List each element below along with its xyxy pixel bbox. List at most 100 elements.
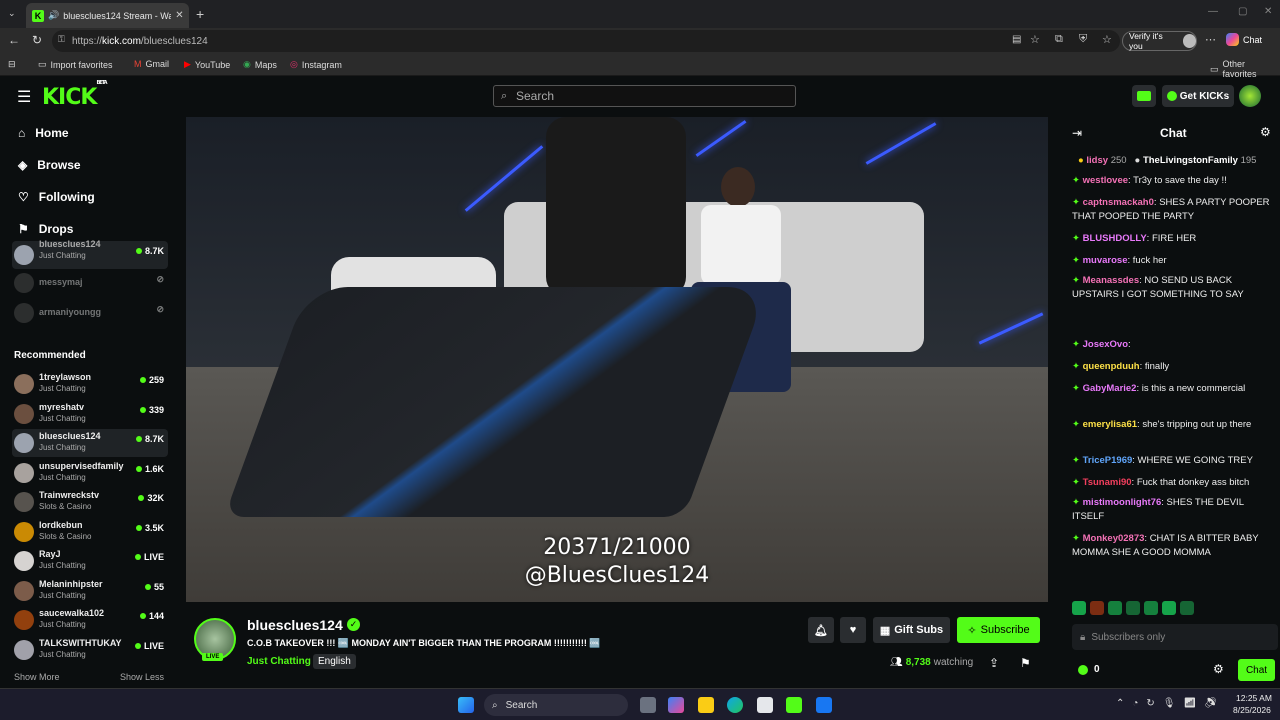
chat-username[interactable]: emerylisa61 (1083, 419, 1137, 430)
minimize-icon[interactable]: — (1208, 6, 1218, 17)
notification-button[interactable]: 🔔︎ (808, 617, 834, 643)
report-icon[interactable]: ⚑ (1020, 656, 1031, 670)
chat-input[interactable]: 🔒︎ Subscribers only (1072, 624, 1278, 650)
nav-drops[interactable]: ⚑ Drops (18, 222, 73, 236)
emote-icon[interactable] (1090, 601, 1104, 615)
chat-options-icon[interactable]: ⚙ (1213, 662, 1224, 676)
emote-icon[interactable] (1144, 601, 1158, 615)
favorite-maps[interactable]: ◉ Maps (243, 59, 277, 70)
chat-username[interactable]: Monkey02873 (1083, 533, 1145, 544)
nav-home[interactable]: ⌂ Home (18, 126, 69, 140)
kick-app-icon[interactable] (786, 697, 802, 713)
favorite-import[interactable]: ▭ Import favorites (38, 59, 113, 70)
tab-actions-icon[interactable]: ⌄ (8, 8, 16, 19)
menu-icon[interactable]: ☰ (17, 87, 31, 107)
facebook-icon[interactable] (816, 697, 832, 713)
show-less-button[interactable]: Show Less (120, 672, 164, 682)
chat-settings-icon[interactable]: ⚙ (1260, 125, 1271, 139)
store-icon[interactable] (757, 697, 773, 713)
kicks-shop-button[interactable] (1132, 85, 1156, 107)
back-icon[interactable]: ← (8, 33, 20, 47)
search-input[interactable]: ⌕ Search (493, 85, 796, 107)
taskbar-search[interactable]: ⌕ Search (484, 694, 628, 716)
close-window-icon[interactable]: ✕ (1264, 6, 1272, 17)
kicks-balance[interactable]: 0 (1078, 664, 1100, 675)
recommended-channel[interactable]: saucewalka102 Just Chatting 144 (12, 606, 168, 634)
chat-username[interactable]: GabyMarie2 (1083, 383, 1137, 394)
kick-logo[interactable]: KICKBETA (42, 80, 108, 110)
new-tab-icon[interactable]: + (196, 6, 204, 22)
favorite-instagram[interactable]: ◎ Instagram (290, 59, 342, 70)
following-channel[interactable]: messymaj ⊘ (12, 269, 168, 297)
verify-button[interactable]: Verify it's you (1122, 31, 1197, 51)
following-channel[interactable]: bluesclues124 Just Chatting 8.7K (12, 239, 168, 269)
video-player[interactable]: 20371/21000 @BluesClues124 (186, 117, 1048, 602)
browser-tab[interactable]: K 🔊 bluesclues124 Stream - Watch ✕ (26, 3, 189, 28)
emote-icon[interactable] (1180, 601, 1194, 615)
collapse-chat-icon[interactable]: ⇥ (1072, 126, 1082, 140)
favorites-icon[interactable]: ☆ (1102, 33, 1112, 46)
chat-username[interactable]: westlovee (1083, 175, 1128, 186)
user-avatar[interactable] (1239, 85, 1261, 107)
recommended-channel[interactable]: unsupervisedfamily Just Chatting 1.6K (12, 459, 168, 487)
top-gifter[interactable]: ● TheLivingstonFamily 195 (1135, 155, 1257, 166)
chat-username[interactable]: muvarose (1083, 255, 1128, 266)
edge-icon[interactable] (727, 697, 743, 713)
language-tag[interactable]: English (313, 654, 356, 669)
subscribe-button[interactable]: ✧ Subscribe (957, 617, 1040, 643)
top-gifter[interactable]: ● lidsy 250 (1078, 155, 1127, 166)
close-tab-icon[interactable]: ✕ (175, 10, 183, 21)
file-explorer-icon[interactable] (698, 697, 714, 713)
chat-username[interactable]: Tsunami90 (1083, 477, 1132, 488)
chat-username[interactable]: captnsmackah0 (1083, 197, 1154, 208)
emote-icon[interactable] (1072, 601, 1086, 615)
recommended-channel[interactable]: RayJ Just Chatting LIVE (12, 547, 168, 575)
get-kicks-button[interactable]: Get KICKs (1162, 85, 1234, 107)
url-input[interactable]: ⚿ https://kick.com/bluesclues124 (52, 30, 1120, 52)
chat-username[interactable]: Meanassdes (1083, 275, 1140, 286)
recommended-channel[interactable]: myreshatv Just Chatting 339 (12, 400, 168, 428)
taskbar-time[interactable]: 12:25 AM (1236, 693, 1272, 703)
recommended-channel[interactable]: Trainwreckstv Slots & Casino 32K (12, 488, 168, 516)
system-tray-icons[interactable]: ⌃◔↻🎙︎📶︎🔊︎ (1116, 698, 1225, 709)
gift-subs-button[interactable]: ▦ Gift Subs (873, 617, 950, 643)
favorite-gmail[interactable]: M Gmail (134, 59, 169, 69)
tab-sidebar-icon[interactable]: ⊟ (8, 59, 16, 70)
nav-following[interactable]: ♡ Following (18, 190, 95, 204)
category-link[interactable]: Just Chatting (247, 656, 311, 667)
windows-start-icon[interactable] (458, 697, 474, 713)
maximize-icon[interactable]: ▢ (1238, 6, 1247, 17)
audio-icon[interactable]: 🔊 (48, 10, 59, 21)
share-icon[interactable]: ⇪ (989, 656, 999, 670)
chat-username[interactable]: JosexOvo (1083, 339, 1128, 350)
recommended-channel[interactable]: Melaninhipster Just Chatting 55 (12, 577, 168, 605)
emote-icon[interactable] (1126, 601, 1140, 615)
channel-name[interactable]: bluesclues124 (247, 617, 343, 633)
chat-username[interactable]: BLUSHDOLLY (1083, 233, 1147, 244)
emote-icon[interactable] (1162, 601, 1176, 615)
refresh-icon[interactable]: ↻ (32, 33, 42, 47)
task-view-icon[interactable] (640, 697, 656, 713)
favorite-star-icon[interactable]: ☆ (1030, 33, 1040, 46)
copilot-icon[interactable] (668, 697, 684, 713)
show-more-button[interactable]: Show More (14, 672, 60, 682)
browser-essentials-icon[interactable]: ⛨ (1079, 33, 1087, 46)
recommended-channel[interactable]: lordkebun Slots & Casino 3.5K (12, 518, 168, 546)
recommended-channel[interactable]: 1treylawson Just Chatting 259 (12, 370, 168, 398)
chat-username[interactable]: TriceP1969 (1083, 455, 1133, 466)
emote-icon[interactable] (1108, 601, 1122, 615)
reader-view-icon[interactable]: ▤ (1012, 34, 1021, 45)
follow-button[interactable]: ♥ (840, 617, 866, 643)
following-channel[interactable]: armaniyoungg ⊘ (12, 299, 168, 327)
chat-username[interactable]: mistimoonlight76 (1083, 497, 1162, 508)
copilot-chat-button[interactable]: Chat (1226, 33, 1262, 46)
chat-username[interactable]: queenpduuh (1083, 361, 1140, 372)
taskbar-date[interactable]: 8/25/2026 (1233, 705, 1271, 715)
send-chat-button[interactable]: Chat (1238, 659, 1275, 681)
recommended-channel[interactable]: bluesclues124 Just Chatting 8.7K (12, 429, 168, 457)
recommended-channel[interactable]: TALKSWITHTUKAY Just Chatting LIVE (12, 636, 168, 664)
other-favorites[interactable]: ▭ Other favorites (1210, 59, 1280, 79)
site-info-icon[interactable]: ⚿ (58, 34, 65, 45)
more-options-icon[interactable]: ⋯ (1205, 33, 1216, 46)
favorite-youtube[interactable]: ▶ YouTube (184, 59, 230, 70)
